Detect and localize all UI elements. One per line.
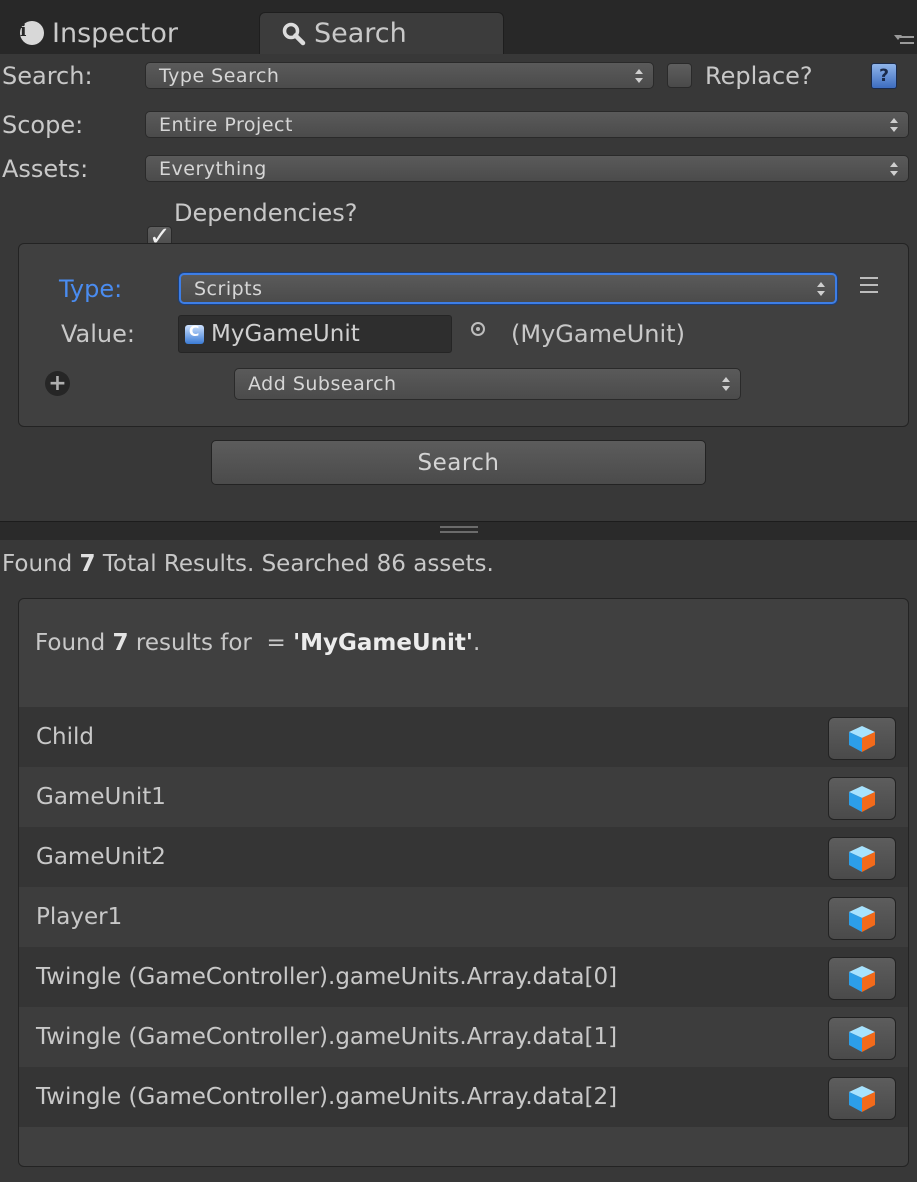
result-row[interactable]: Player1: [19, 887, 908, 947]
select-prefab-button[interactable]: [828, 1017, 896, 1060]
dropdown-arrows-icon: [817, 281, 825, 296]
prefab-cube-icon: [849, 1025, 875, 1052]
replace-label: Replace?: [705, 62, 813, 90]
type-label: Type:: [59, 275, 123, 303]
value-field-text: MyGameUnit: [211, 321, 360, 347]
prefab-cube-icon: [849, 845, 875, 872]
plus-icon[interactable]: +: [45, 371, 70, 396]
result-row[interactable]: Twingle (GameController).gameUnits.Array…: [19, 1007, 908, 1067]
assets-dropdown[interactable]: Everything: [145, 155, 909, 182]
summary-text: Total Results. Searched 86 assets.: [95, 551, 494, 577]
result-name: GameUnit2: [36, 844, 166, 870]
tab-search[interactable]: Search: [259, 12, 504, 54]
result-row[interactable]: Twingle (GameController).gameUnits.Array…: [19, 1067, 908, 1127]
select-prefab-button[interactable]: [828, 1077, 896, 1120]
summary-prefix: Found: [2, 551, 80, 577]
search-mode-dropdown[interactable]: Type Search: [145, 62, 654, 89]
value-label: Value:: [61, 320, 135, 348]
object-picker-icon[interactable]: [471, 322, 485, 336]
add-subsearch-label: Add Subsearch: [248, 373, 397, 395]
results-header: Found 7 results for = 'MyGameUnit'.: [35, 630, 480, 656]
prefab-cube-icon: [849, 785, 875, 812]
help-icon[interactable]: ?: [871, 63, 897, 89]
result-name: GameUnit1: [36, 784, 166, 810]
scope-label: Scope:: [2, 111, 84, 139]
tab-search-label: Search: [314, 18, 407, 49]
replace-checkbox[interactable]: [667, 63, 692, 88]
select-prefab-button[interactable]: [828, 717, 896, 760]
result-row[interactable]: GameUnit1: [19, 767, 908, 827]
value-object-field[interactable]: MyGameUnit: [178, 315, 452, 353]
info-icon: i: [20, 21, 44, 45]
scope-dropdown[interactable]: Entire Project: [145, 111, 909, 138]
options-menu-icon[interactable]: [860, 276, 878, 296]
search-button[interactable]: Search: [211, 440, 706, 485]
results-header-term: 'MyGameUnit': [293, 630, 473, 656]
dropdown-arrows-icon: [722, 377, 730, 391]
prefab-cube-icon: [849, 905, 875, 932]
result-row[interactable]: GameUnit2: [19, 827, 908, 887]
type-dropdown[interactable]: Scripts: [179, 273, 837, 304]
dropdown-arrows-icon: [890, 117, 898, 132]
result-row[interactable]: Twingle (GameController).gameUnits.Array…: [19, 947, 908, 1007]
type-value: Scripts: [194, 277, 263, 300]
result-name: Twingle (GameController).gameUnits.Array…: [36, 1084, 618, 1110]
result-name: Twingle (GameController).gameUnits.Array…: [36, 964, 618, 990]
assets-value: Everything: [159, 157, 267, 180]
splitter-grip-icon[interactable]: [440, 526, 478, 528]
result-row[interactable]: Child: [19, 707, 908, 767]
results-header-middle: results for =: [128, 630, 294, 656]
search-mode-value: Type Search: [159, 64, 280, 87]
select-prefab-button[interactable]: [828, 897, 896, 940]
scope-value: Entire Project: [159, 113, 293, 136]
results-header-prefix: Found: [35, 630, 113, 656]
dependencies-label: Dependencies?: [174, 199, 358, 227]
prefab-cube-icon: [849, 725, 875, 752]
panel-menu-icon[interactable]: [894, 32, 914, 48]
prefab-cube-icon: [849, 965, 875, 992]
results-summary: Found 7 Total Results. Searched 86 asset…: [2, 551, 494, 577]
splitter-grip-icon[interactable]: [440, 531, 478, 533]
result-name: Player1: [36, 904, 123, 930]
select-prefab-button[interactable]: [828, 837, 896, 880]
assets-label: Assets:: [2, 155, 89, 183]
results-header-count: 7: [112, 630, 129, 656]
result-name: Twingle (GameController).gameUnits.Array…: [36, 1024, 618, 1050]
value-resolved-text: (MyGameUnit): [511, 320, 685, 348]
select-prefab-button[interactable]: [828, 957, 896, 1000]
select-prefab-button[interactable]: [828, 777, 896, 820]
results-header-suffix: .: [472, 630, 481, 656]
script-icon: [185, 324, 204, 344]
prefab-cube-icon: [849, 1085, 875, 1112]
add-subsearch-dropdown[interactable]: Add Subsearch: [234, 368, 741, 400]
search-mode-label: Search:: [2, 62, 93, 90]
dropdown-arrows-icon: [890, 161, 898, 176]
magnifier-icon: [282, 22, 306, 45]
dropdown-arrows-icon: [635, 68, 643, 83]
tab-inspector[interactable]: i Inspector: [20, 12, 260, 54]
search-button-label: Search: [417, 449, 500, 476]
result-name: Child: [36, 724, 95, 750]
summary-count: 7: [79, 551, 96, 577]
tab-inspector-label: Inspector: [52, 17, 178, 49]
